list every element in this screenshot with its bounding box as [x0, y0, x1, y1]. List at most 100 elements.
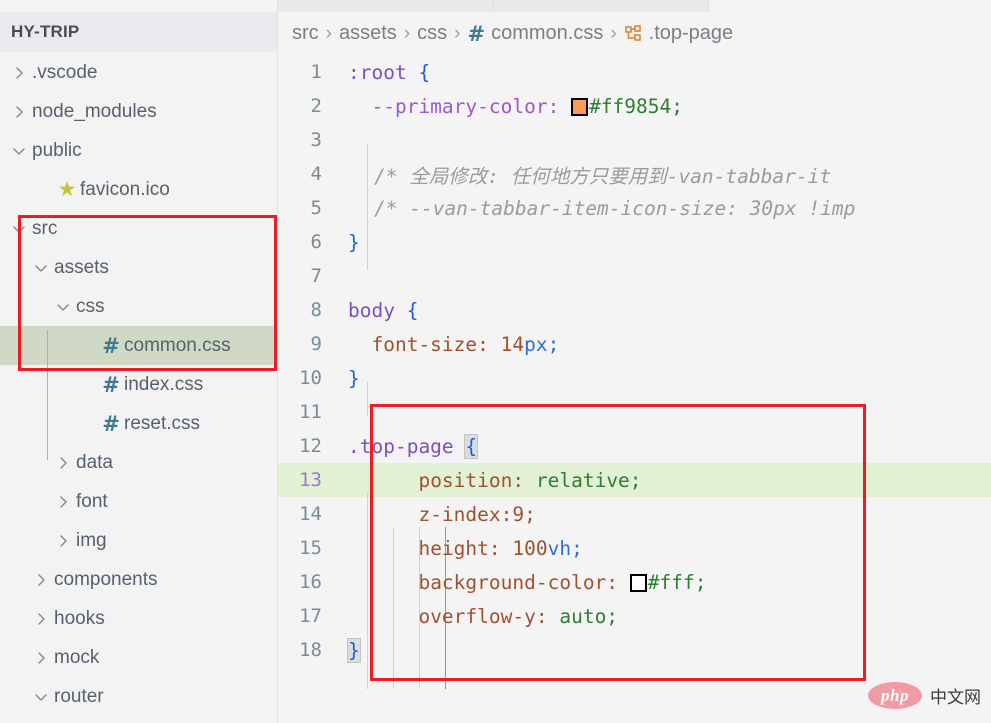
chevron-down-icon[interactable] — [6, 144, 32, 158]
tree-item--vscode[interactable]: .vscode — [0, 53, 277, 92]
token-property: z-index: — [418, 502, 513, 526]
token-close-brace: } — [348, 230, 360, 254]
color-swatch-background[interactable] — [629, 573, 647, 592]
token-unit: px; — [524, 332, 560, 356]
tree-item-node-modules[interactable]: node_modules — [0, 92, 277, 131]
token-number: 100 — [512, 536, 548, 560]
line-number: 1 — [310, 61, 322, 83]
chevron-right-icon[interactable] — [28, 651, 54, 665]
code-line: 8 body { — [278, 293, 991, 327]
tree-item-font[interactable]: font — [0, 482, 277, 521]
chevron-right-icon[interactable] — [28, 573, 54, 587]
breadcrumb-item-top-page[interactable]: .top-page — [624, 22, 733, 45]
explorer-project-title[interactable]: HY-TRIP — [0, 12, 277, 52]
explorer-sidebar: HY-TRIP .vscode node_modules public ★ favico… — [0, 0, 277, 723]
breadcrumb-item-common-css[interactable]: # common.css — [467, 22, 603, 46]
breadcrumb-separator: › — [610, 22, 617, 44]
color-swatch-primary[interactable] — [571, 97, 589, 116]
code-line: 17 overflow-y: auto; — [278, 599, 991, 633]
code-line: 7 — [278, 259, 991, 293]
tree-item-label: components — [54, 568, 158, 590]
line-content: position: relative; — [340, 469, 641, 492]
breadcrumb: src › assets › css › # common.css › .top-page — [278, 12, 991, 55]
editor-tab[interactable] — [278, 0, 494, 12]
code-line: 11 — [278, 395, 991, 429]
chevron-right-icon[interactable] — [6, 66, 32, 80]
line-content — [340, 129, 360, 152]
chevron-right-icon[interactable] — [50, 534, 76, 548]
line-number: 6 — [310, 231, 322, 253]
chevron-right-icon[interactable] — [50, 456, 76, 470]
token-color-value: #fff; — [647, 570, 707, 594]
chevron-down-icon[interactable] — [28, 261, 54, 275]
token-property: background-color: — [418, 570, 619, 594]
tree-item-label: img — [76, 529, 107, 551]
vscode-window: HY-TRIP .vscode node_modules public ★ favico… — [0, 0, 991, 723]
line-number: 13 — [299, 469, 322, 491]
code-editor[interactable]: 1 :root { 2 --primary-color: #ff9854; 3 … — [278, 55, 991, 689]
tree-item-src[interactable]: src — [0, 209, 277, 248]
breadcrumb-item-css[interactable]: css — [417, 22, 447, 45]
breadcrumb-item-label: src — [292, 22, 319, 44]
sidebar-top-filler — [0, 0, 277, 12]
breadcrumb-item-label: assets — [339, 22, 397, 44]
line-number: 4 — [310, 163, 322, 185]
chevron-right-icon[interactable] — [28, 612, 54, 626]
code-line: 9 font-size: 14px; — [278, 327, 991, 361]
css-file-hash-icon: # — [467, 21, 486, 46]
breadcrumb-item-src[interactable]: src — [292, 22, 319, 45]
editor-tab[interactable] — [494, 0, 709, 12]
code-line: 6 } — [278, 225, 991, 259]
line-number: 16 — [299, 571, 322, 593]
chevron-right-icon[interactable] — [50, 495, 76, 509]
tree-item-css[interactable]: css — [0, 287, 277, 326]
tree-item-router[interactable]: router — [0, 677, 277, 716]
tree-item-mock[interactable]: mock — [0, 638, 277, 677]
line-number: 17 — [299, 605, 322, 627]
line-content: --primary-color: #ff9854; — [340, 95, 683, 118]
token-property: height: — [418, 536, 501, 560]
line-number: 15 — [299, 537, 322, 559]
editor-tab-bar-spacer — [709, 0, 991, 12]
token-custom-property: --primary-color: — [371, 94, 560, 118]
tree-indent-guide — [47, 330, 48, 460]
tree-item-favicon-ico[interactable]: ★ favicon.ico — [0, 170, 277, 209]
watermark: php 中文网 — [868, 682, 981, 709]
line-content: height: 100vh; — [340, 536, 582, 560]
token-comment: /* --van-tabbar-item-icon-size: 30px !im… — [374, 196, 856, 220]
token-close-brace-matched: } — [347, 637, 361, 663]
tree-item-hooks[interactable]: hooks — [0, 599, 277, 638]
token-selector: :root — [348, 60, 407, 84]
line-number: 3 — [310, 129, 322, 151]
tree-item-public[interactable]: public — [0, 131, 277, 170]
tree-item-common-css[interactable]: # common.css — [0, 326, 277, 365]
code-line-active: 13 position: relative; — [278, 463, 991, 497]
watermark-site-label: 中文网 — [930, 688, 981, 708]
file-tree: .vscode node_modules public ★ favicon.ico src… — [0, 52, 277, 716]
chevron-down-icon[interactable] — [50, 300, 76, 314]
chevron-right-icon[interactable] — [6, 105, 32, 119]
tree-item-assets[interactable]: assets — [0, 248, 277, 287]
tree-item-label: hooks — [54, 607, 105, 629]
tree-item-label: src — [32, 217, 58, 239]
token-property: font-size: — [371, 332, 489, 356]
breadcrumb-item-assets[interactable]: assets — [339, 22, 397, 45]
code-line: 16 background-color: #fff; — [278, 565, 991, 599]
tree-item-components[interactable]: components — [0, 560, 277, 599]
css-file-hash-icon: # — [102, 372, 120, 397]
tree-item-img[interactable]: img — [0, 521, 277, 560]
tree-item-label: reset.css — [124, 412, 201, 434]
token-value: auto; — [559, 604, 619, 628]
tree-item-reset-css[interactable]: # reset.css — [0, 404, 277, 443]
css-selector-icon — [624, 24, 644, 44]
line-content: } — [340, 637, 361, 663]
token-close-brace: } — [348, 366, 360, 390]
chevron-down-icon[interactable] — [28, 690, 54, 704]
tree-item-index-css[interactable]: # index.css — [0, 365, 277, 404]
chevron-down-icon[interactable] — [6, 222, 32, 236]
tree-item-data[interactable]: data — [0, 443, 277, 482]
token-number: 9; — [512, 502, 536, 526]
line-number: 10 — [299, 367, 322, 389]
line-number: 14 — [299, 503, 322, 525]
tree-item-label: common.css — [124, 334, 231, 356]
